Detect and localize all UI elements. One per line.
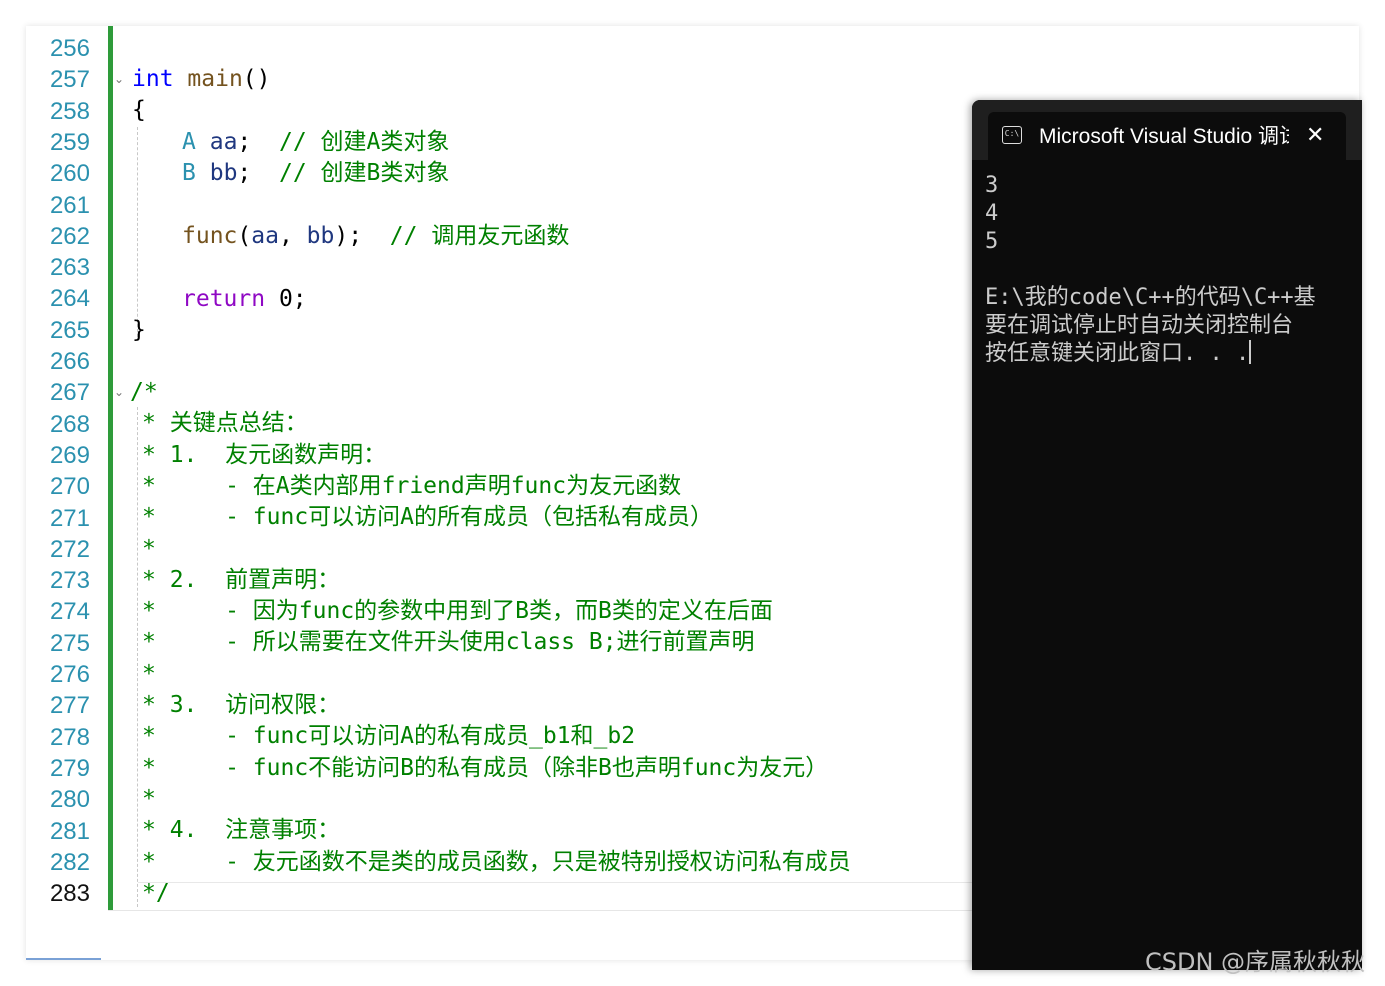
- line-number: 283: [49, 880, 90, 908]
- line-number: 261: [49, 191, 90, 219]
- semicolon: ;: [237, 160, 252, 186]
- scope-guide-top: [112, 26, 143, 34]
- code-line-259[interactable]: A aa; // 创建A类对象: [182, 127, 449, 158]
- comment-line[interactable]: * - 在A类内部用friend声明func为友元函数: [142, 471, 681, 502]
- line-number: 257: [49, 66, 90, 94]
- line-number: 263: [49, 254, 90, 282]
- line-number: 274: [49, 598, 90, 626]
- line-number: 273: [49, 567, 90, 595]
- comment-line[interactable]: * - func可以访问A的所有成员（包括私有成员）: [142, 502, 713, 533]
- return-value: 0;: [278, 286, 307, 312]
- console-output-line: 3: [985, 173, 999, 198]
- line-number: 265: [49, 316, 90, 344]
- code-line-264[interactable]: return 0;: [182, 284, 307, 315]
- paren-close: );: [334, 223, 363, 249]
- line-number: 270: [49, 473, 90, 501]
- code-line-265[interactable]: }: [132, 315, 146, 346]
- fold-main-icon[interactable]: ⌄: [114, 64, 124, 95]
- code-line-260[interactable]: B bb; // 创建B类对象: [182, 158, 449, 189]
- line-number: 262: [49, 222, 90, 250]
- debug-console-window[interactable]: C:\ Microsoft Visual Studio 调试控制台 ✕ 3 4 5 E…: [972, 100, 1362, 970]
- line-number: 266: [49, 348, 90, 375]
- arg-aa: aa: [251, 223, 279, 249]
- code-line-258[interactable]: {: [132, 95, 146, 126]
- line-number: 275: [49, 629, 90, 657]
- comment-line[interactable]: * 2. 前置声明：: [142, 565, 340, 596]
- fold-comment-icon[interactable]: ⌄: [114, 377, 124, 408]
- console-output-line: 按任意键关闭此窗口. . .: [985, 340, 1252, 366]
- call-func: func: [182, 223, 238, 249]
- line-number: 268: [49, 410, 90, 438]
- comment-line[interactable]: * 3. 访问权限：: [142, 690, 340, 721]
- code-line-262[interactable]: func(aa, bb); // 调用友元函数: [182, 221, 569, 252]
- line-number: 281: [49, 817, 90, 845]
- open-brace: {: [132, 97, 146, 123]
- comment-line[interactable]: *: [142, 784, 156, 815]
- line-number: 277: [49, 692, 90, 720]
- comment-line[interactable]: * - func不能访问B的私有成员（除非B也声明func为友元）: [142, 753, 828, 784]
- console-tab[interactable]: C:\ Microsoft Visual Studio 调试控制台 ✕: [988, 112, 1346, 160]
- console-output-line: E:\我的code\C++的代码\C++基: [985, 285, 1316, 310]
- console-title: Microsoft Visual Studio 调试控制台: [1039, 125, 1289, 148]
- var-aa: aa: [209, 129, 238, 155]
- text-cursor: [1249, 340, 1252, 364]
- indent-guide-main: [137, 127, 138, 337]
- line-number: 276: [49, 661, 90, 688]
- watermark: CSDN @序属秋秋秋: [1145, 948, 1366, 976]
- close-brace: }: [132, 317, 146, 343]
- line-number: 259: [49, 128, 90, 156]
- keyword-return: return: [182, 286, 266, 312]
- line-number: 272: [49, 535, 90, 563]
- comment-259: // 创建A类对象: [278, 129, 450, 155]
- main-parens: (): [242, 66, 271, 92]
- line-number: 267: [49, 379, 90, 407]
- paren-open: (: [237, 223, 252, 249]
- current-line-highlight: [138, 882, 1088, 883]
- line-number: 258: [49, 97, 90, 125]
- keyword-int: int: [132, 66, 174, 92]
- indent-guide-comment: [137, 407, 138, 907]
- comment-line[interactable]: *: [142, 659, 156, 690]
- change-tracking-bar: [108, 26, 113, 910]
- line-number: 282: [49, 848, 90, 876]
- line-number: 260: [49, 160, 90, 188]
- bottom-tab-indicator[interactable]: [26, 958, 101, 960]
- var-bb: bb: [209, 160, 238, 186]
- terminal-icon: C:\: [1002, 126, 1022, 144]
- line-number: 278: [49, 723, 90, 751]
- comment-262: // 调用友元函数: [389, 223, 570, 249]
- line-number: 280: [49, 786, 90, 814]
- console-titlebar[interactable]: C:\ Microsoft Visual Studio 调试控制台 ✕: [972, 100, 1362, 160]
- semicolon: ;: [237, 129, 252, 155]
- line-number: 279: [49, 754, 90, 782]
- arg-bb: bb: [306, 223, 335, 249]
- console-output-line: 5: [985, 229, 999, 254]
- comment-line[interactable]: * 1. 友元函数声明：: [142, 440, 386, 471]
- console-output-line: 要在调试停止时自动关闭控制台: [985, 313, 1294, 338]
- comment-line[interactable]: * - 所以需要在文件开头使用class B;进行前置声明: [142, 627, 755, 658]
- close-icon[interactable]: ✕: [1306, 121, 1324, 151]
- function-name-main: main: [187, 66, 243, 92]
- line-number: 269: [49, 441, 90, 469]
- type-B: B: [182, 160, 196, 186]
- comment-line[interactable]: *: [142, 534, 156, 565]
- comment-line[interactable]: * - 因为func的参数中用到了B类，而B类的定义在后面: [142, 596, 773, 627]
- comment-line[interactable]: * - func可以访问A的私有成员_b1和_b2: [142, 721, 635, 752]
- comment-line[interactable]: * 4. 注意事项：: [142, 815, 340, 846]
- code-line-257[interactable]: int main(): [132, 64, 271, 95]
- line-number: 271: [49, 504, 90, 532]
- line-number-gutter: 256 257 258 259 260 261 262 263 264 265 266 267 268 2…: [26, 26, 108, 910]
- comma: ,: [278, 223, 293, 249]
- comment-line[interactable]: * - 友元函数不是类的成员函数，只是被特别授权访问私有成员: [142, 847, 851, 878]
- line-number: 256: [49, 35, 90, 62]
- console-output[interactable]: 3 4 5 E:\我的code\C++的代码\C++基 要在调试停止时自动关闭控制台 按任…: [985, 172, 1362, 368]
- console-output-line: 4: [985, 201, 999, 226]
- comment-line[interactable]: * 关键点总结：: [142, 408, 308, 439]
- type-A: A: [182, 129, 196, 155]
- comment-line[interactable]: /*: [130, 377, 158, 408]
- line-number: 264: [49, 285, 90, 313]
- comment-260: // 创建B类对象: [278, 160, 450, 186]
